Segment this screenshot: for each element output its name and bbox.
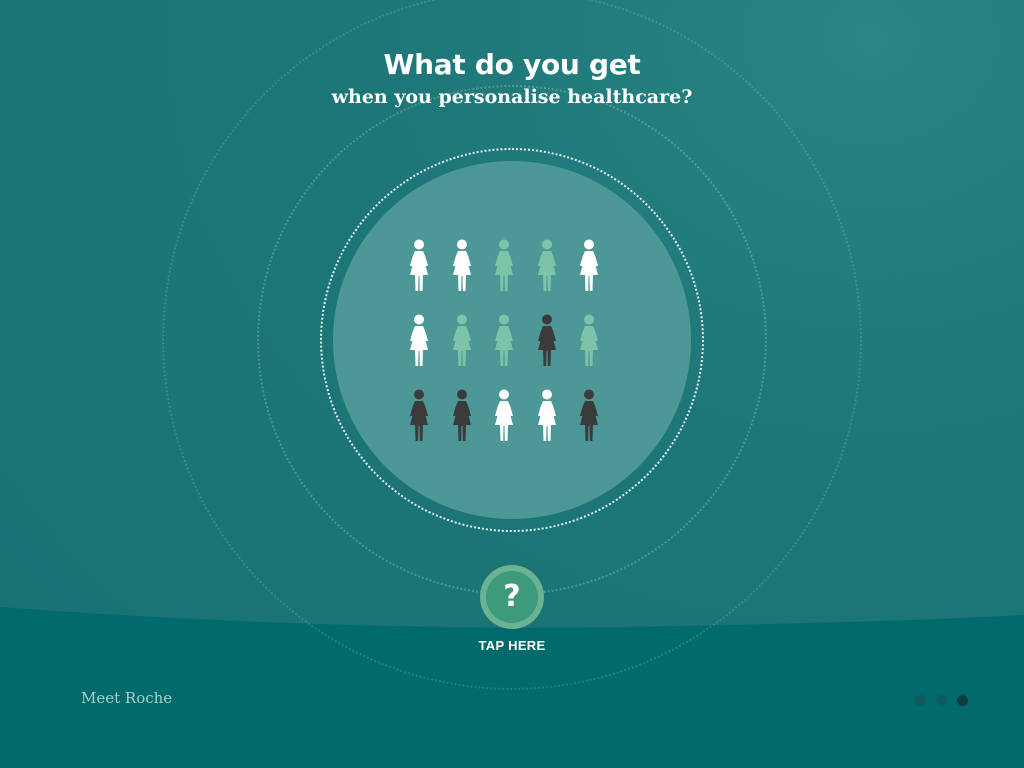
woman-figure-icon [406,389,432,443]
woman-figure-icon [534,314,560,368]
page-dot-1[interactable] [915,695,926,706]
woman-figure-icon [449,389,475,443]
woman-figure-icon [491,314,517,368]
woman-figure-icon [576,314,602,368]
woman-figure-icon [491,239,517,293]
woman-figure-icon [491,389,517,443]
page-title: What do you get [383,48,641,81]
woman-figure-icon [534,239,560,293]
woman-figure-icon [449,239,475,293]
page-dot-3[interactable] [957,695,968,706]
woman-figure-icon [406,239,432,293]
page-indicator [915,695,975,707]
page-subtitle: when you personalise healthcare? [331,86,693,108]
woman-figure-icon [576,239,602,293]
tap-here-button[interactable]: ? [480,565,544,629]
tap-here-label[interactable]: TAP HERE [412,638,612,653]
woman-figure-icon [406,314,432,368]
question-mark-icon: ? [486,571,538,623]
woman-figure-icon [576,389,602,443]
woman-figure-icon [449,314,475,368]
woman-figure-icon [534,389,560,443]
page-dot-2[interactable] [936,695,947,706]
brand-link[interactable]: Meet Roche [81,689,172,707]
figure-grid [406,239,618,443]
